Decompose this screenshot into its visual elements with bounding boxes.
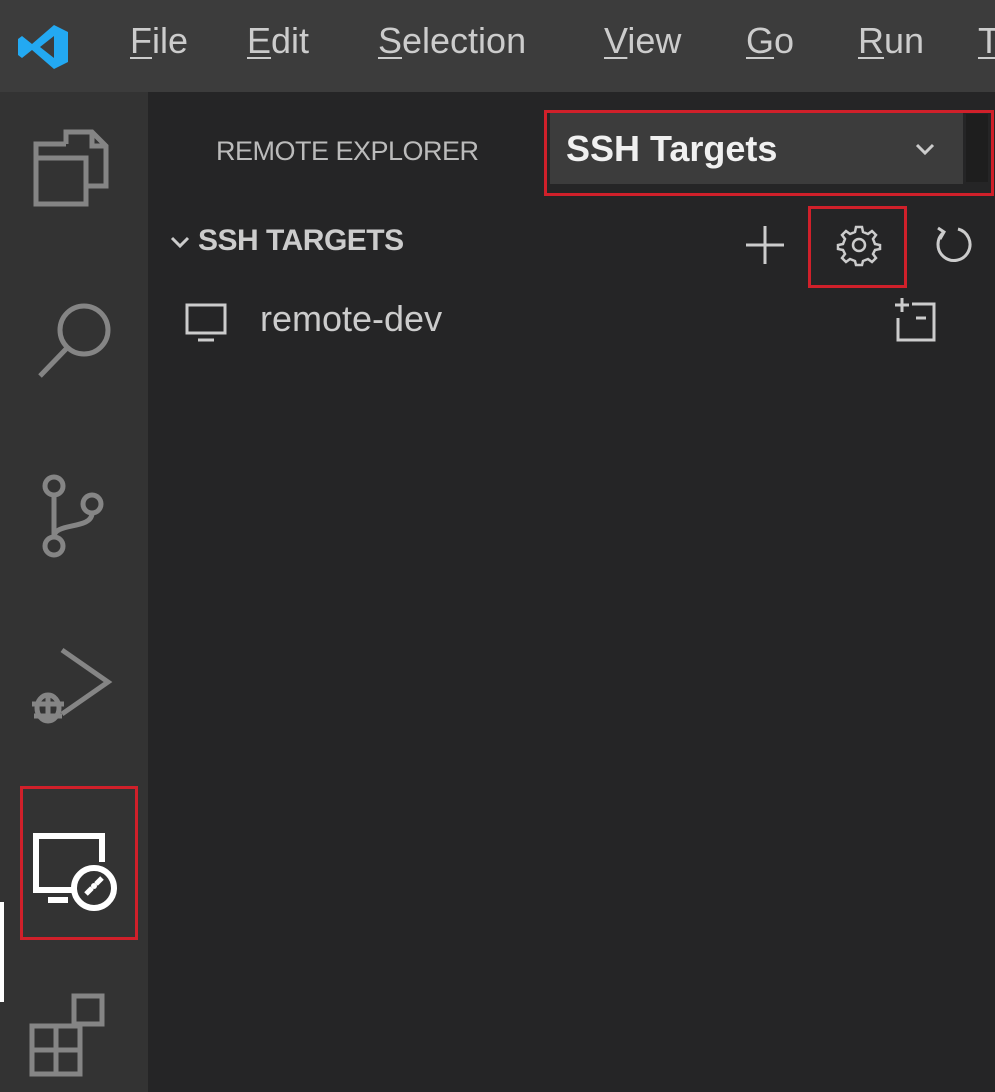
menu-run[interactable]: Run xyxy=(858,20,924,62)
gear-highlight xyxy=(808,206,907,288)
vscode-logo-icon xyxy=(14,22,72,72)
menu-bar: File Edit Selection View Go Run T xyxy=(0,0,995,92)
sidebar-title: REMOTE EXPLORER xyxy=(216,136,479,166)
chevron-down-icon xyxy=(166,228,194,256)
refresh-icon[interactable] xyxy=(930,222,976,268)
menu-view[interactable]: View xyxy=(604,20,681,62)
active-indicator xyxy=(0,902,4,1002)
menu-file[interactable]: File xyxy=(130,20,188,62)
menu-terminal[interactable]: T xyxy=(978,20,995,62)
activity-bar xyxy=(0,92,148,1092)
add-icon[interactable] xyxy=(742,222,788,268)
extensions-icon[interactable] xyxy=(22,982,126,1086)
monitor-icon xyxy=(184,300,228,344)
open-new-window-icon[interactable] xyxy=(890,296,940,346)
remote-explorer-highlight xyxy=(20,786,138,940)
menu-edit[interactable]: Edit xyxy=(247,20,309,62)
view-select-highlight xyxy=(544,110,994,196)
menu-selection[interactable]: Selection xyxy=(378,20,526,62)
source-control-icon[interactable] xyxy=(22,464,126,568)
remote-explorer-sidebar: REMOTE EXPLORER SSH Targets SSH TARGETS xyxy=(148,92,995,1092)
run-debug-icon[interactable] xyxy=(22,634,126,738)
menu-go[interactable]: Go xyxy=(746,20,794,62)
section-title: SSH TARGETS xyxy=(198,224,404,257)
ssh-target-row[interactable]: remote-dev xyxy=(184,292,964,348)
ssh-target-label: remote-dev xyxy=(260,298,443,339)
search-icon[interactable] xyxy=(22,292,126,396)
explorer-icon[interactable] xyxy=(22,114,126,218)
